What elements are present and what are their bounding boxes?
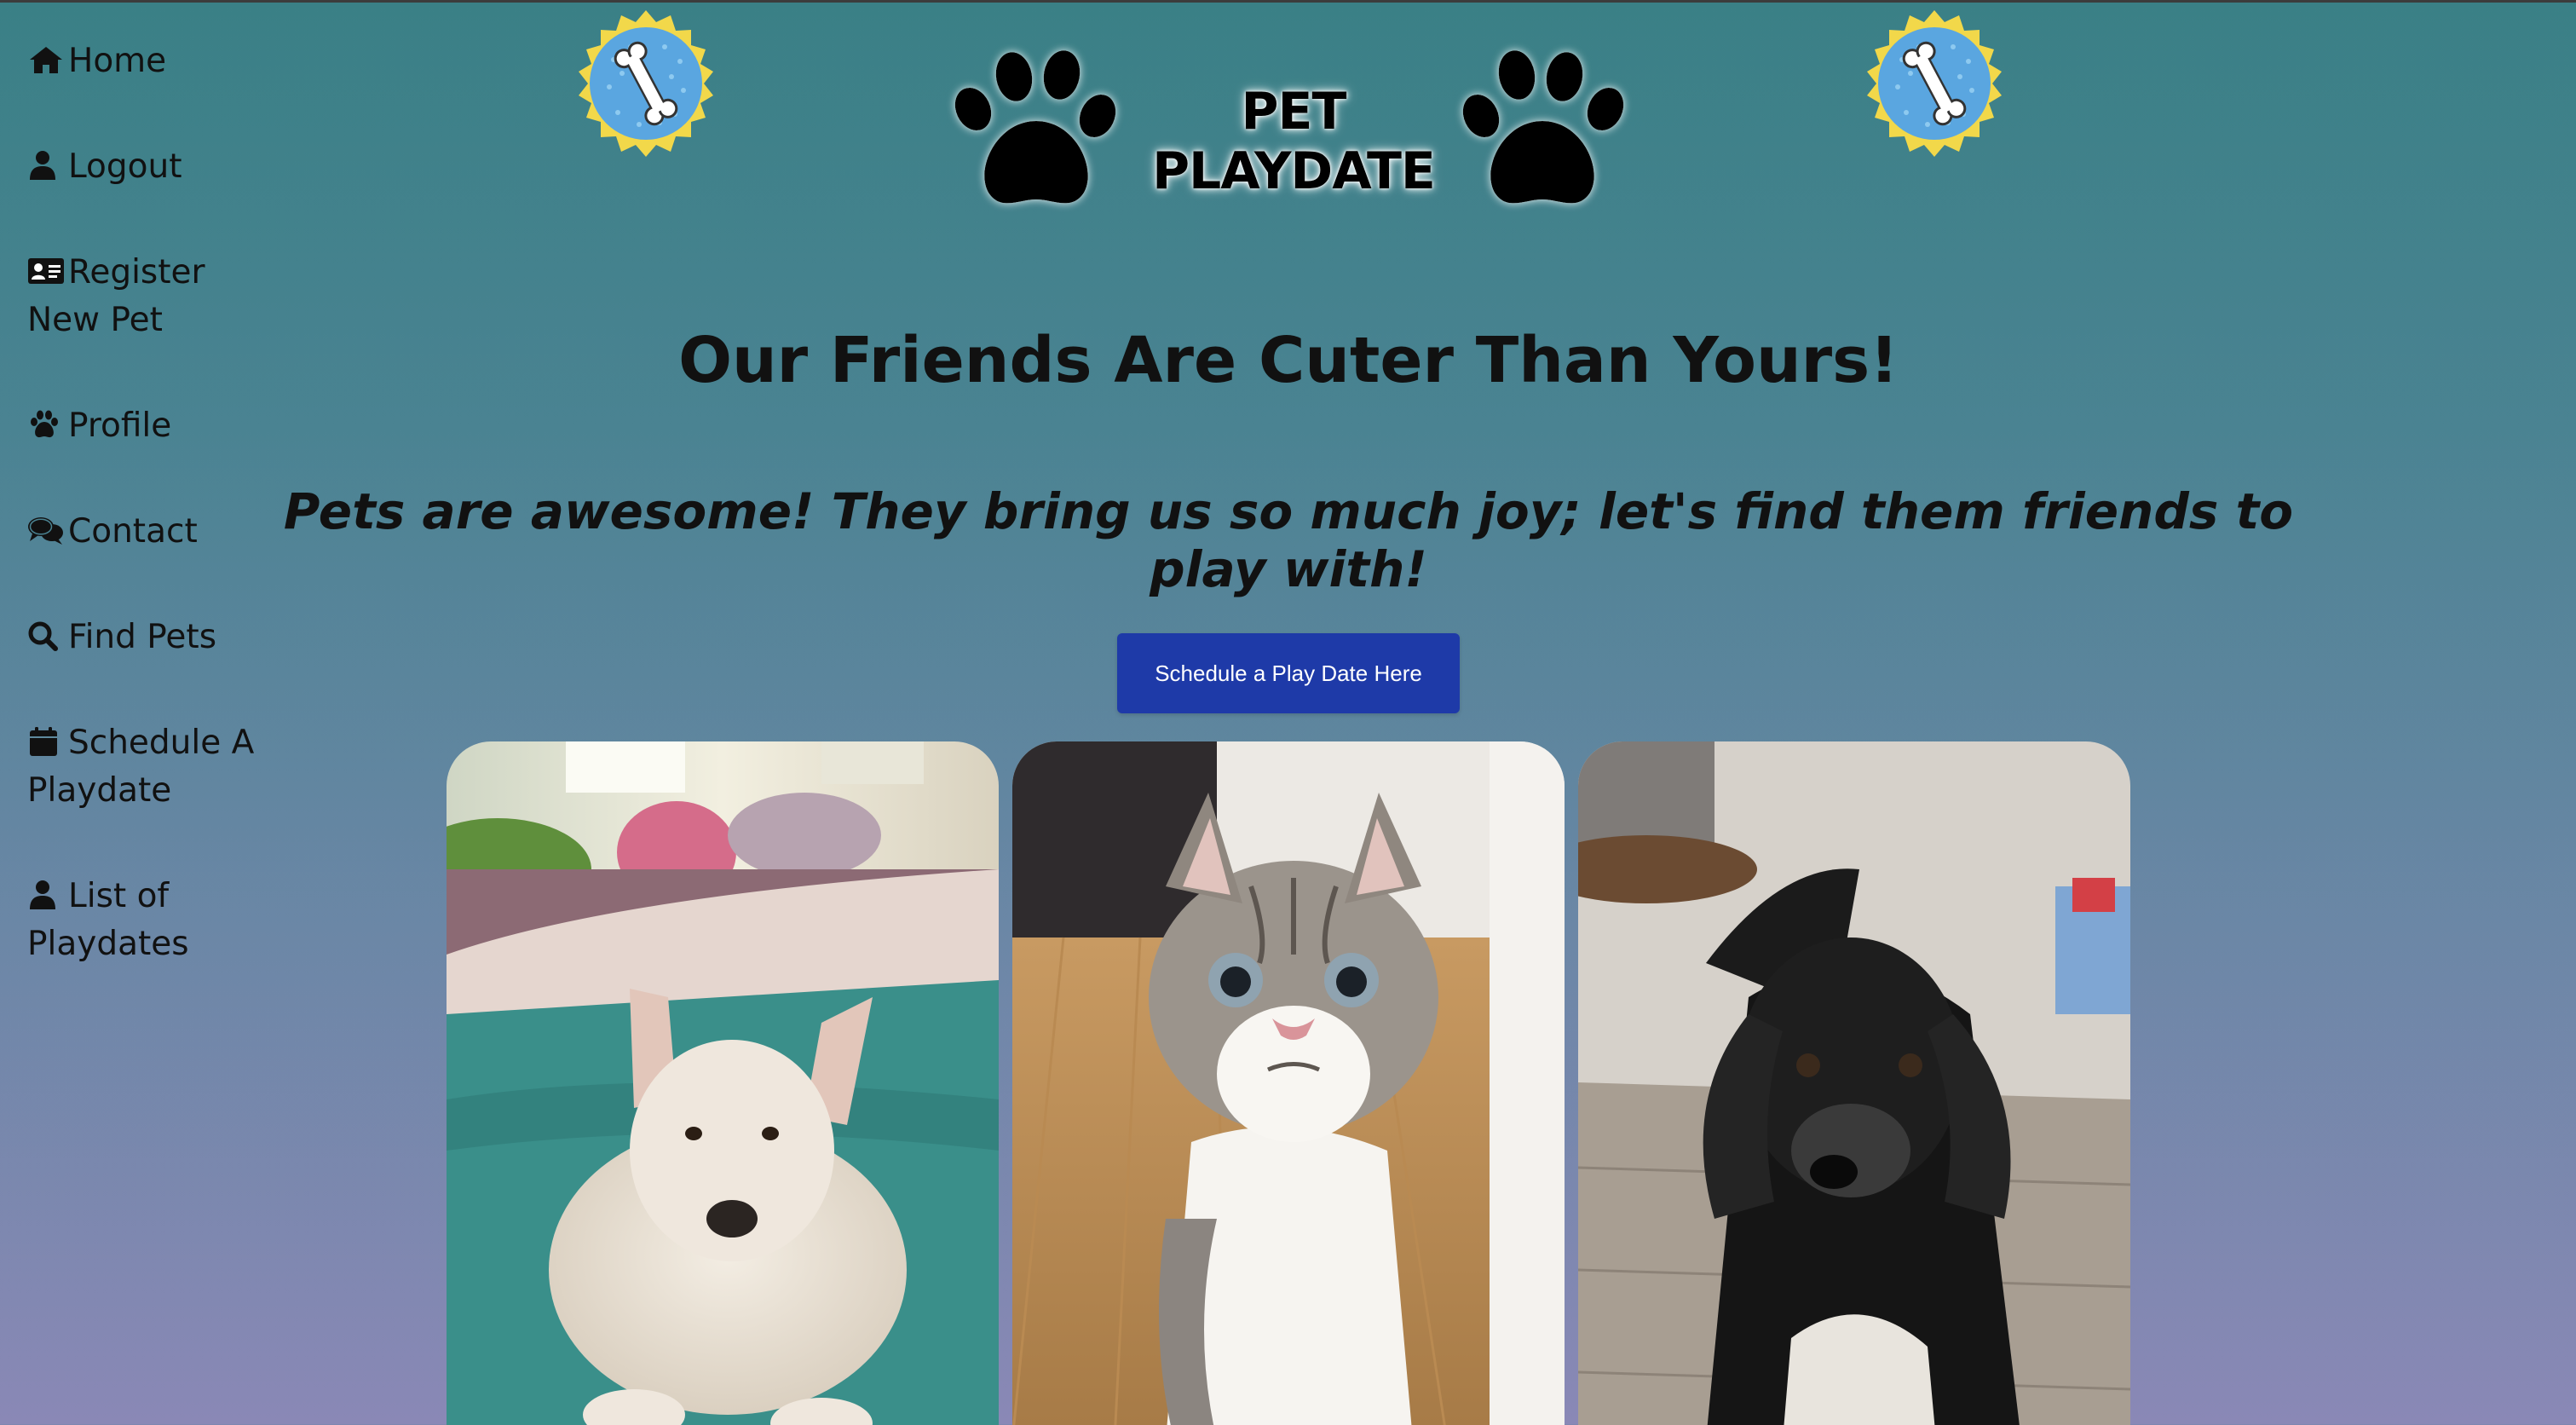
nav-item-list-of-playdates[interactable]: List of Playdates — [27, 873, 274, 968]
nav-item-profile[interactable]: Profile — [27, 402, 274, 450]
site-logo[interactable]: PET PLAYDATE — [948, 49, 1629, 211]
bone-badge-icon — [1859, 9, 2009, 159]
user-icon — [27, 150, 65, 181]
nav-label-profile: Profile — [68, 407, 172, 445]
nav-item-contact[interactable]: Contact — [27, 508, 274, 556]
tabby-cat-photo — [1012, 741, 1565, 1425]
white-dog-photo — [447, 741, 999, 1425]
id-card-icon — [27, 256, 65, 286]
nav-item-home[interactable]: Home — [27, 38, 274, 85]
comments-icon — [27, 515, 65, 545]
nav-label-find-pets: Find Pets — [68, 618, 217, 656]
paw-icon — [27, 409, 65, 440]
nav-label-home: Home — [68, 42, 167, 80]
nav-item-register-new-pet[interactable]: Register New Pet — [27, 249, 274, 344]
page-title: Our Friends Are Cuter Than Yours! — [678, 324, 1899, 397]
bone-badge-icon — [571, 9, 721, 159]
page-tagline: Pets are awesome! They bring us so much … — [283, 482, 2294, 598]
user-icon — [27, 880, 65, 910]
nav-item-find-pets[interactable]: Find Pets — [27, 614, 274, 661]
black-dog-photo — [1578, 741, 2130, 1425]
window-top-border — [0, 0, 2576, 3]
nav-item-logout[interactable]: Logout — [27, 143, 274, 191]
calendar-icon — [27, 726, 65, 757]
nav-item-schedule-playdate[interactable]: Schedule A Playdate — [27, 719, 274, 815]
logo-text: PET PLAYDATE — [1152, 82, 1436, 201]
schedule-playdate-button[interactable]: Schedule a Play Date Here — [1117, 633, 1460, 713]
home-icon — [27, 44, 65, 75]
nav-label-contact: Contact — [68, 512, 198, 551]
search-icon — [27, 620, 65, 651]
nav-label-logout: Logout — [68, 147, 182, 186]
